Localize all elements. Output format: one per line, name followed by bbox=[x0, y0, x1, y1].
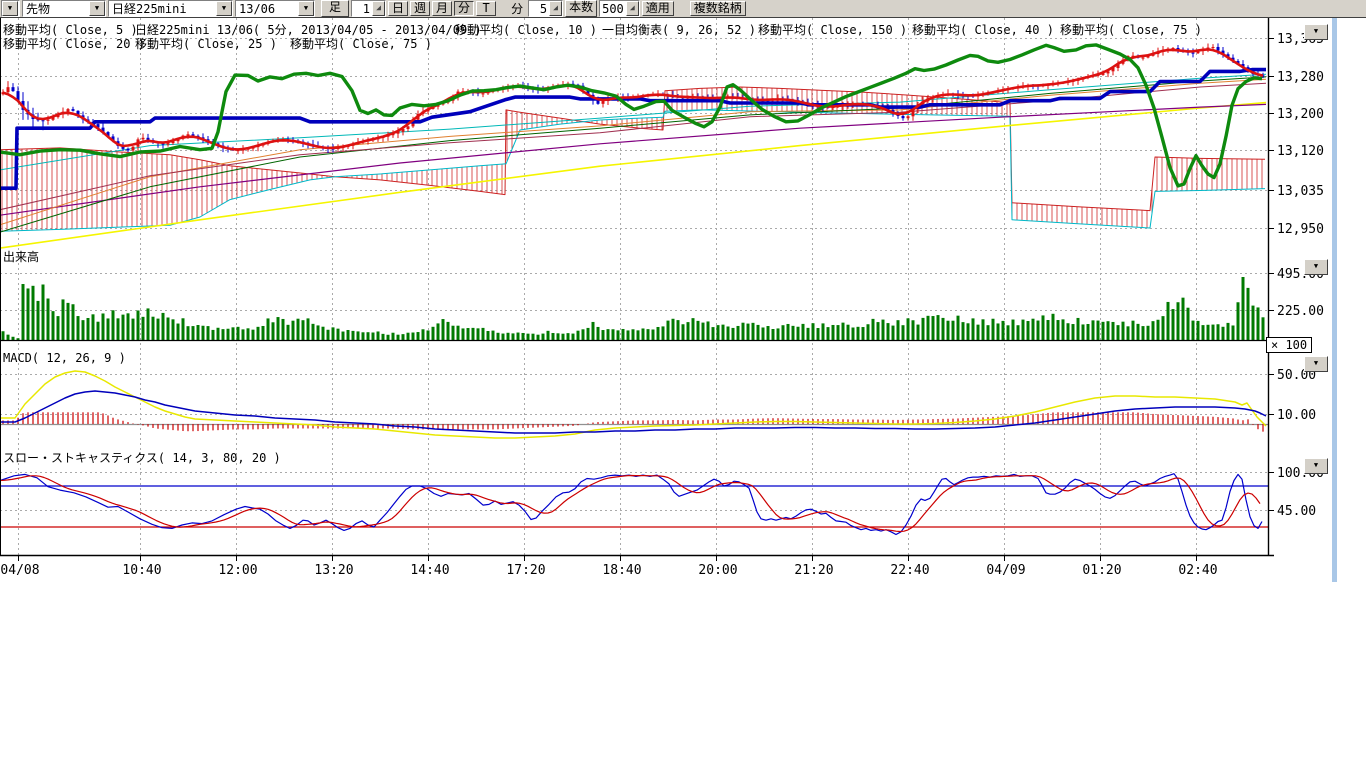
y-axis-label: 13,120 bbox=[1277, 144, 1324, 159]
pane-dropdown-button[interactable]: ▼ bbox=[1304, 458, 1328, 474]
time-axis-label: 21:20 bbox=[794, 563, 833, 578]
time-axis-label: 20:00 bbox=[698, 563, 737, 578]
time-axis-label: 14:40 bbox=[410, 563, 449, 578]
chart-application-window: ▼ 先物▼ 日経225mini▼ 13/06▼ 足 1◢ 日 週 月 分 T 分… bbox=[0, 0, 1366, 768]
y-axis-label: 10.00 bbox=[1277, 408, 1316, 423]
time-axis-label: 04/09 bbox=[986, 563, 1025, 578]
chart-canvas[interactable]: 13,36513,28013,20013,12013,03512,950495.… bbox=[0, 0, 1366, 768]
time-axis-label: 02:40 bbox=[1178, 563, 1217, 578]
pane-dropdown-button[interactable]: ▼ bbox=[1304, 24, 1328, 40]
pane-dropdown-button[interactable]: ▼ bbox=[1304, 356, 1328, 372]
time-axis-label: 17:20 bbox=[506, 563, 545, 578]
y-axis-label: 12,950 bbox=[1277, 222, 1324, 237]
time-axis-label: 18:40 bbox=[602, 563, 641, 578]
time-axis-label: 04/08 bbox=[0, 563, 39, 578]
y-axis-label: 45.00 bbox=[1277, 504, 1316, 519]
time-axis-label: 10:40 bbox=[122, 563, 161, 578]
y-axis-label: 13,200 bbox=[1277, 107, 1324, 122]
pane-dropdown-button[interactable]: ▼ bbox=[1304, 259, 1328, 275]
time-axis-label: 12:00 bbox=[218, 563, 257, 578]
time-axis-label: 01:20 bbox=[1082, 563, 1121, 578]
y-axis-label: 225.00 bbox=[1277, 304, 1324, 319]
time-axis-label: 13:20 bbox=[314, 563, 353, 578]
time-axis-label: 22:40 bbox=[890, 563, 929, 578]
y-axis-label: 13,035 bbox=[1277, 184, 1324, 199]
y-axis-label: 13,280 bbox=[1277, 70, 1324, 85]
